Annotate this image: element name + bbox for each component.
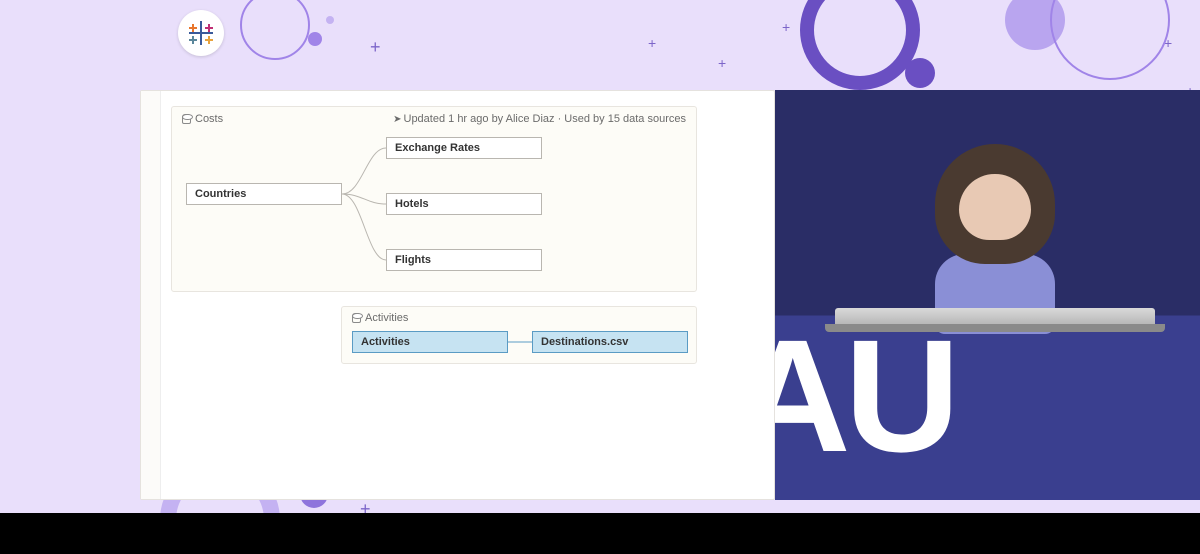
activities-title: Activities (365, 312, 408, 324)
tableau-logo-badge (178, 10, 224, 56)
node-label: Countries (195, 188, 246, 200)
decor-dot (308, 32, 322, 46)
plus-icon: + (718, 56, 726, 70)
database-icon (182, 114, 191, 124)
decor-ring (240, 0, 310, 60)
plus-icon: + (370, 38, 381, 56)
plus-icon: + (360, 500, 371, 513)
costs-shared-object[interactable]: Costs ➤Updated 1 hr ago by Alice Diaz · … (171, 106, 697, 292)
slide-stage: + + + + + + + (0, 0, 1200, 513)
node-label: Activities (361, 336, 410, 348)
cursor-icon: ➤ (393, 114, 401, 125)
costs-meta-text: Updated 1 hr ago by Alice Diaz · Used by… (404, 113, 687, 125)
node-label: Flights (395, 254, 431, 266)
node-destinations[interactable]: Destinations.csv (532, 331, 688, 353)
node-hotels[interactable]: Hotels (386, 193, 542, 215)
stage-backdrop-text: AU (775, 304, 954, 488)
decor-dot (905, 58, 935, 88)
costs-title-row: Costs (182, 113, 223, 125)
node-label: Hotels (395, 198, 429, 210)
node-flights[interactable]: Flights (386, 249, 542, 271)
activities-title-row: Activities (352, 312, 408, 324)
costs-title: Costs (195, 113, 223, 125)
decor-dot (326, 16, 334, 24)
letterbox: + + + + + + + (0, 0, 1200, 554)
node-label: Exchange Rates (395, 142, 480, 154)
node-countries[interactable]: Countries (186, 183, 342, 205)
data-source-canvas[interactable]: Costs ➤Updated 1 hr ago by Alice Diaz · … (140, 90, 775, 500)
left-rail (141, 91, 161, 499)
presenter-video-panel: AU (775, 90, 1200, 500)
plus-icon: + (648, 36, 656, 50)
node-label: Destinations.csv (541, 336, 628, 348)
activities-shared-object[interactable]: Activities Activities Destinations.csv (341, 306, 697, 364)
database-icon (352, 313, 361, 323)
letterbox-bottom (0, 513, 1200, 554)
decor-ring (1050, 0, 1170, 80)
plus-icon: + (782, 20, 790, 34)
tableau-logo-icon (187, 19, 215, 47)
costs-meta: ➤Updated 1 hr ago by Alice Diaz · Used b… (393, 113, 686, 125)
node-exchange-rates[interactable]: Exchange Rates (386, 137, 542, 159)
node-activities[interactable]: Activities (352, 331, 508, 353)
presenter-figure (895, 130, 1095, 330)
decor-ring (800, 0, 920, 90)
